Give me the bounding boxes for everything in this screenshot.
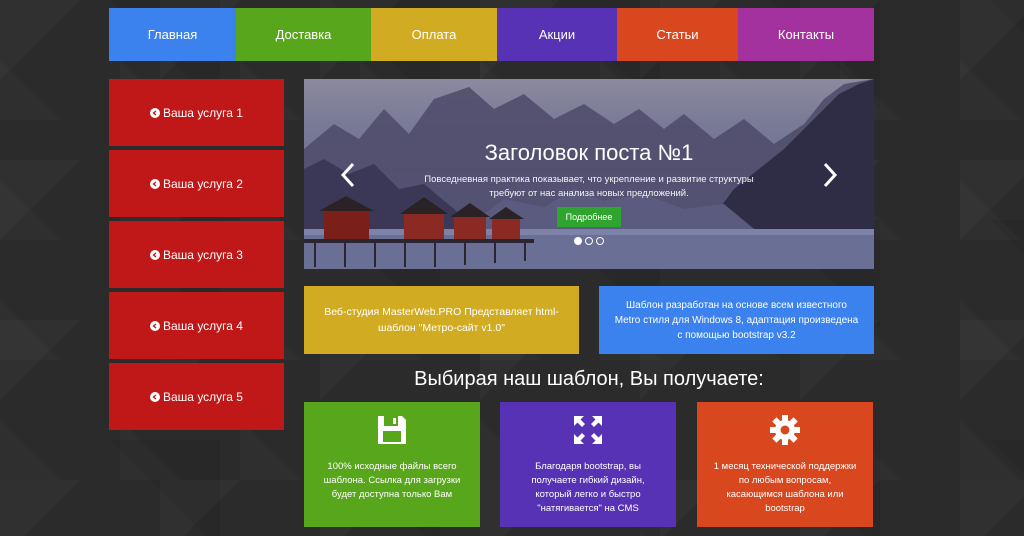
expand-icon xyxy=(574,416,602,444)
circle-arrow-icon xyxy=(150,249,160,260)
sidebar-item-label: Ваша услуга 3 xyxy=(163,247,243,262)
info-tile-template: Шаблон разработан на основе всем известн… xyxy=(599,286,874,354)
feature-text: 100% исходные файлы всего шаблона. Ссылк… xyxy=(323,461,461,500)
circle-arrow-icon xyxy=(150,320,160,331)
feature-tile-flexible-design: Благодаря bootstrap, вы получаете гибкий… xyxy=(500,402,676,527)
feature-tile-support: 1 месяц технической поддержки по любым в… xyxy=(697,402,873,527)
sidebar-item-service-5[interactable]: Ваша услуга 5 xyxy=(109,363,284,430)
sidebar-item-service-2[interactable]: Ваша услуга 2 xyxy=(109,150,284,217)
slider-dot[interactable] xyxy=(596,237,604,245)
slide-text: Повседневная практика показывает, что ук… xyxy=(424,174,754,199)
nav-item-delivery[interactable]: Доставка xyxy=(236,8,371,61)
circle-arrow-icon xyxy=(150,178,160,189)
sidebar-item-label: Ваша услуга 2 xyxy=(163,176,243,191)
sidebar-item-label: Ваша услуга 1 xyxy=(163,105,243,120)
nav-item-articles[interactable]: Статьи xyxy=(617,8,738,61)
nav-item-contacts[interactable]: Контакты xyxy=(738,8,874,61)
features-heading: Выбирая наш шаблон, Вы получаете: xyxy=(414,368,764,390)
sidebar-item-service-1[interactable]: Ваша услуга 1 xyxy=(109,79,284,146)
nav-item-payment[interactable]: Оплата xyxy=(371,8,497,61)
floppy-disk-icon xyxy=(378,416,406,444)
circle-arrow-icon xyxy=(150,391,160,402)
read-more-button[interactable]: Подробнее xyxy=(557,207,621,227)
info-tile-text: Шаблон разработан на основе всем известн… xyxy=(614,299,859,341)
sidebar-item-label: Ваша услуга 4 xyxy=(163,318,243,333)
info-tile-studio: Веб-студия MasterWeb.PRO Представляет ht… xyxy=(304,286,579,354)
nav-item-promotions[interactable]: Акции xyxy=(497,8,617,61)
slide-title: Заголовок поста №1 xyxy=(484,140,694,165)
gear-icon xyxy=(770,415,800,445)
feature-text: 1 месяц технической поддержки по любым в… xyxy=(713,461,857,514)
top-navigation: Главная Доставка Оплата Акции Статьи Кон… xyxy=(109,8,874,61)
slider-indicators xyxy=(574,237,604,245)
hero-slider: Заголовок поста №1 Повседневная практика… xyxy=(304,79,874,269)
nav-item-home[interactable]: Главная xyxy=(109,8,236,61)
sidebar-item-label: Ваша услуга 5 xyxy=(163,389,243,404)
sidebar-item-service-3[interactable]: Ваша услуга 3 xyxy=(109,221,284,288)
feature-tile-source-files: 100% исходные файлы всего шаблона. Ссылк… xyxy=(304,402,480,527)
slider-dot[interactable] xyxy=(574,237,582,245)
info-tile-text: Веб-студия MasterWeb.PRO Представляет ht… xyxy=(324,306,559,334)
circle-arrow-icon xyxy=(150,107,160,118)
sidebar-item-service-4[interactable]: Ваша услуга 4 xyxy=(109,292,284,359)
feature-text: Благодаря bootstrap, вы получаете гибкий… xyxy=(531,461,645,514)
service-sidebar: Ваша услуга 1 Ваша услуга 2 Ваша услуга … xyxy=(109,79,284,434)
slider-dot[interactable] xyxy=(585,237,593,245)
